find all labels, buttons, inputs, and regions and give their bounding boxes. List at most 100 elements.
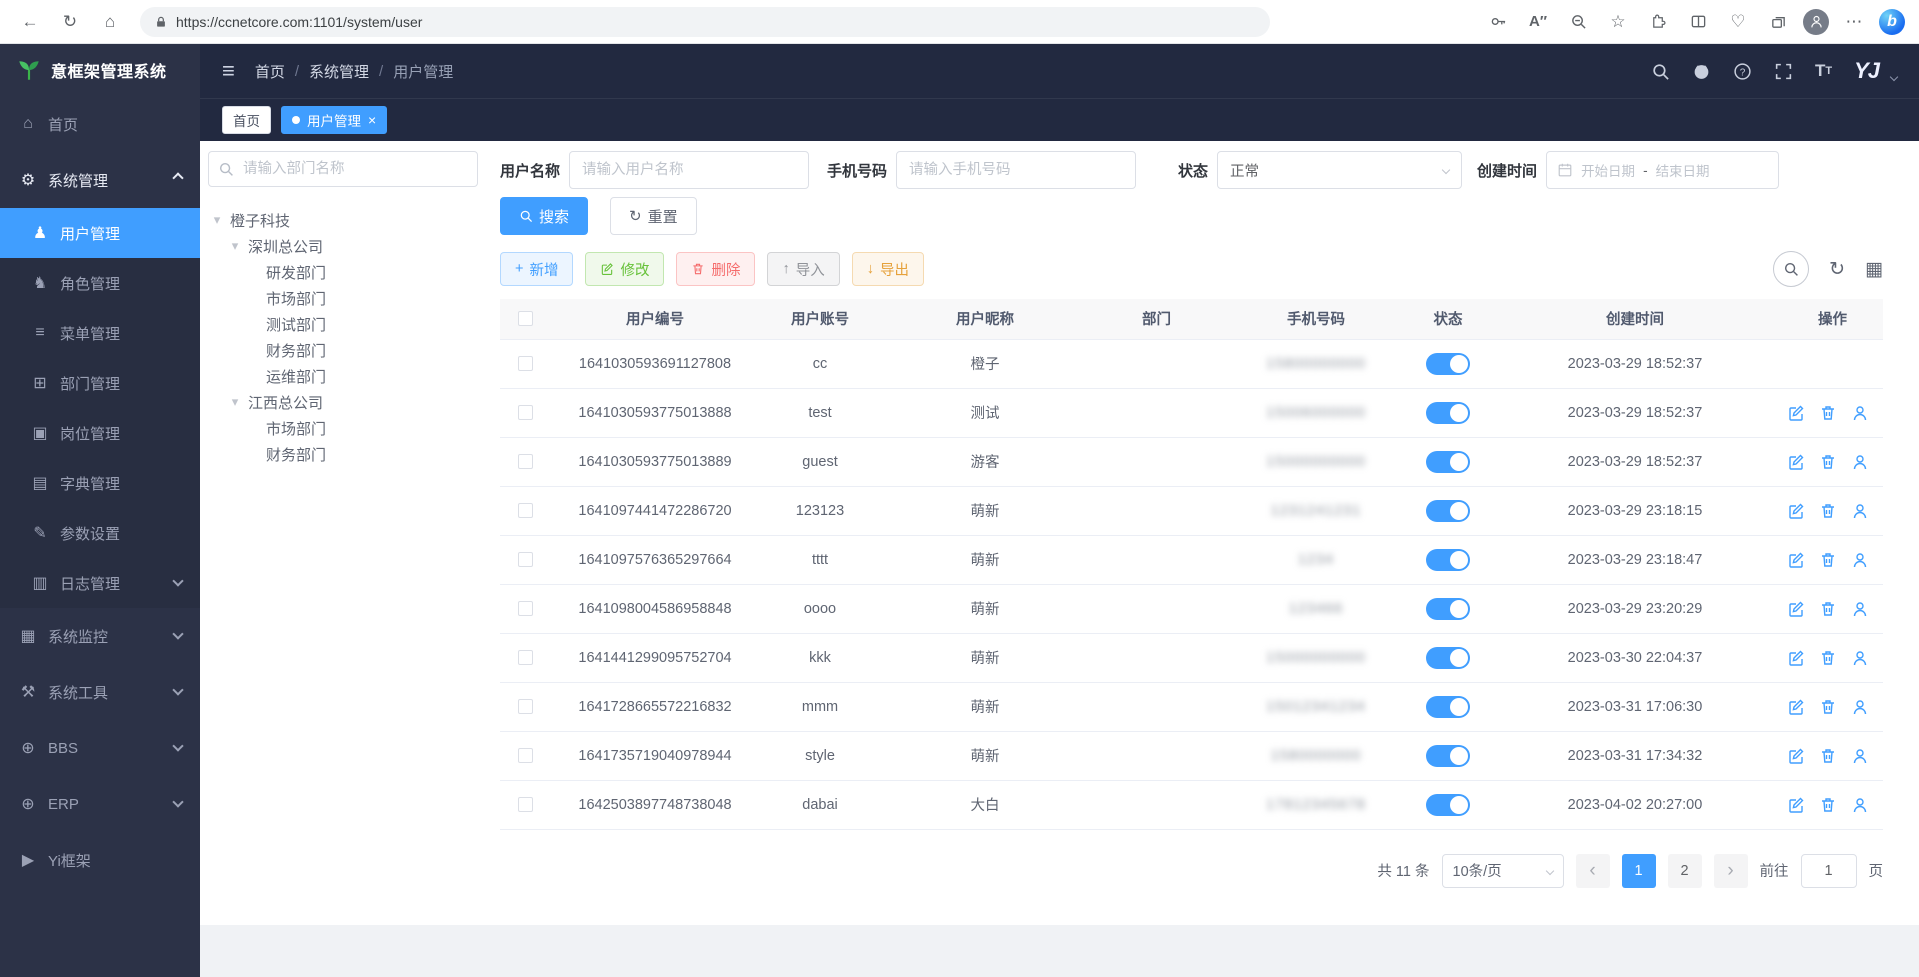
refresh-icon[interactable]: ↻ [1829, 258, 1845, 281]
sidebar-item[interactable]: ≡ 菜单管理 [0, 308, 200, 358]
tab-home[interactable]: 首页 [222, 106, 271, 134]
delete-icon[interactable] [1819, 649, 1837, 667]
status-toggle[interactable] [1426, 451, 1470, 473]
dept-tree-node[interactable]: 研发部门 [208, 259, 490, 285]
edit-button[interactable]: 修改 [585, 252, 664, 286]
department-search-input[interactable] [208, 151, 478, 187]
breadcrumb-system[interactable]: 系统管理 [309, 61, 369, 82]
import-button[interactable]: ↑ 导入 [767, 252, 839, 286]
status-toggle[interactable] [1426, 696, 1470, 718]
goto-page-input[interactable] [1801, 854, 1857, 888]
sidebar-item[interactable]: ▥ 日志管理 [0, 558, 200, 608]
dept-tree-node[interactable]: 财务部门 [208, 441, 490, 467]
page-button-2[interactable]: 2 [1668, 854, 1702, 888]
fullscreen-icon[interactable] [1774, 62, 1793, 81]
zoom-out-icon[interactable] [1563, 6, 1593, 38]
edit-icon[interactable] [1787, 453, 1805, 471]
delete-icon[interactable] [1819, 698, 1837, 716]
sidebar-item[interactable]: ⊕ ERP [0, 776, 200, 832]
row-checkbox[interactable] [518, 601, 533, 616]
dept-tree-node[interactable]: 市场部门 [208, 285, 490, 311]
search-button[interactable]: 搜索 [500, 197, 588, 235]
close-tab-icon[interactable]: × [368, 112, 376, 128]
delete-button[interactable]: 删除 [676, 252, 755, 286]
date-range-picker[interactable]: 开始日期 - 结束日期 [1546, 151, 1779, 189]
add-button[interactable]: + 新增 [500, 252, 573, 286]
status-toggle[interactable] [1426, 500, 1470, 522]
sidebar-item[interactable]: ♟ 用户管理 [0, 208, 200, 258]
status-toggle[interactable] [1426, 647, 1470, 669]
status-toggle[interactable] [1426, 549, 1470, 571]
status-toggle[interactable] [1426, 745, 1470, 767]
split-screen-icon[interactable] [1683, 6, 1713, 38]
sidebar-item[interactable]: ⊞ 部门管理 [0, 358, 200, 408]
edit-icon[interactable] [1787, 600, 1805, 618]
delete-icon[interactable] [1819, 404, 1837, 422]
avatar-chevron-icon[interactable] [1890, 73, 1898, 81]
delete-icon[interactable] [1819, 796, 1837, 814]
reset-password-icon[interactable] [1851, 453, 1869, 471]
status-toggle[interactable] [1426, 402, 1470, 424]
row-checkbox[interactable] [518, 454, 533, 469]
sidebar-item[interactable]: ▶ Yi框架 [0, 832, 200, 888]
search-toggle-icon[interactable] [1773, 251, 1809, 287]
back-icon[interactable]: ← [14, 6, 46, 38]
dept-tree-node[interactable]: 市场部门 [208, 415, 490, 441]
search-icon[interactable] [1651, 62, 1670, 81]
row-checkbox[interactable] [518, 748, 533, 763]
edit-icon[interactable] [1787, 747, 1805, 765]
edit-icon[interactable] [1787, 404, 1805, 422]
refresh-icon[interactable]: ↻ [54, 6, 86, 38]
reset-password-icon[interactable] [1851, 796, 1869, 814]
select-all-checkbox[interactable] [518, 311, 533, 326]
sidebar-item[interactable]: ✎ 参数设置 [0, 508, 200, 558]
font-size-icon[interactable]: TT [1815, 61, 1832, 81]
row-checkbox[interactable] [518, 797, 533, 812]
extensions-puzzle-icon[interactable] [1643, 6, 1673, 38]
tab-user-management[interactable]: 用户管理 × [281, 106, 387, 134]
phone-input[interactable] [896, 151, 1136, 189]
profile-avatar-icon[interactable] [1803, 9, 1829, 35]
sidebar-item[interactable]: ♞ 角色管理 [0, 258, 200, 308]
dept-tree-node[interactable]: ▾ 江西总公司 [208, 389, 490, 415]
username-input[interactable] [569, 151, 809, 189]
reset-password-icon[interactable] [1851, 649, 1869, 667]
page-button-1[interactable]: 1 [1622, 854, 1656, 888]
reset-password-icon[interactable] [1851, 600, 1869, 618]
more-options-icon[interactable]: ⋯ [1839, 6, 1869, 38]
dept-tree-node[interactable]: 测试部门 [208, 311, 490, 337]
grid-icon[interactable]: ▦ [1865, 258, 1883, 281]
export-button[interactable]: ↓ 导出 [852, 252, 924, 286]
delete-icon[interactable] [1819, 502, 1837, 520]
home-icon[interactable]: ⌂ [94, 6, 126, 38]
sidebar-item[interactable]: ⊕ BBS [0, 720, 200, 776]
collapse-sidebar-icon[interactable]: ≡ [222, 58, 235, 84]
user-avatar[interactable]: YJ [1854, 58, 1879, 84]
read-aloud-icon[interactable]: A″ [1523, 6, 1553, 38]
status-select[interactable]: 正常 [1217, 151, 1462, 189]
caret-down-icon[interactable]: ▾ [210, 212, 224, 228]
collections-icon[interactable] [1763, 6, 1793, 38]
row-checkbox[interactable] [518, 405, 533, 420]
reset-password-icon[interactable] [1851, 747, 1869, 765]
favorites-star-icon[interactable]: ☆ [1603, 6, 1633, 38]
sidebar-item[interactable]: ⚒ 系统工具 [0, 664, 200, 720]
dept-tree-node[interactable]: ▾ 深圳总公司 [208, 233, 490, 259]
page-size-select[interactable]: 10条/页 [1442, 854, 1564, 888]
reset-password-icon[interactable] [1851, 551, 1869, 569]
edit-icon[interactable] [1787, 502, 1805, 520]
dept-tree-node[interactable]: 运维部门 [208, 363, 490, 389]
browser-essentials-icon[interactable]: ♡ [1723, 6, 1753, 38]
delete-icon[interactable] [1819, 600, 1837, 618]
row-checkbox[interactable] [518, 699, 533, 714]
edit-icon[interactable] [1787, 796, 1805, 814]
dept-tree-node[interactable]: ▾ 橙子科技 [208, 207, 490, 233]
edit-icon[interactable] [1787, 649, 1805, 667]
passwords-key-icon[interactable] [1483, 6, 1513, 38]
row-checkbox[interactable] [518, 503, 533, 518]
dept-tree-node[interactable]: 财务部门 [208, 337, 490, 363]
prev-page-button[interactable]: ‹ [1576, 854, 1610, 888]
sidebar-item[interactable]: ▦ 系统监控 [0, 608, 200, 664]
caret-down-icon[interactable]: ▾ [228, 238, 242, 254]
row-checkbox[interactable] [518, 552, 533, 567]
